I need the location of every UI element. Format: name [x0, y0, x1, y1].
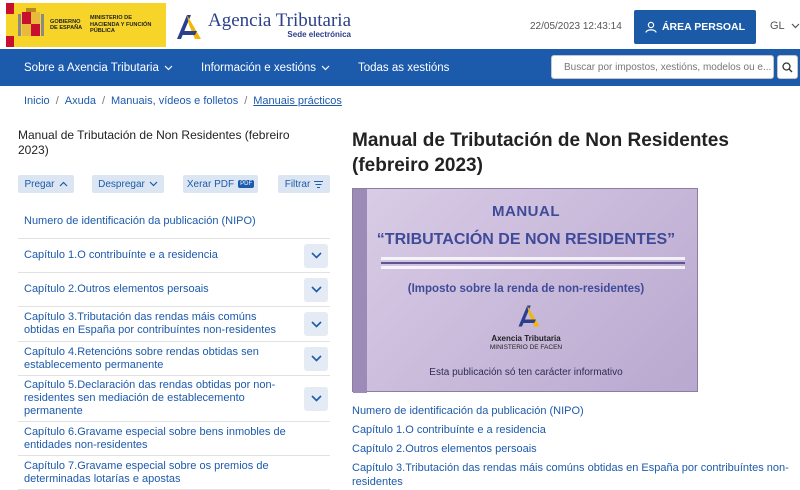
pdf-icon: PDF [238, 180, 255, 188]
generate-pdf-button[interactable]: Xerar PDF PDF [183, 175, 258, 193]
expand-all-button[interactable]: Despregar [92, 175, 164, 193]
government-logo[interactable]: GOBIERNO DE ESPAÑA MINISTERIO DE HACIEND… [6, 3, 166, 47]
nav-item-label: Sobre a Axencia Tributaria [24, 61, 159, 74]
chevron-down-icon [164, 65, 173, 70]
sidebar-item-chapter-1[interactable]: Capítulo 1.O contribuínte e a residencia [18, 239, 330, 273]
chevron-down-icon [321, 65, 330, 70]
cover-divider [381, 257, 685, 260]
main-link-chapter-3[interactable]: Capítulo 3.Tributación das rendas máis c… [352, 461, 792, 489]
sidebar-item-chapter-5[interactable]: Capítulo 5.Declaración das rendas obtida… [18, 376, 330, 422]
sidebar-title: Manual de Tributación de Non Residentes … [18, 128, 290, 157]
chevron-down-icon [310, 252, 322, 259]
nav-item-information[interactable]: Información e xestións [201, 49, 330, 86]
collapse-all-button[interactable]: Pregar [18, 175, 74, 193]
language-selector[interactable]: GL [770, 20, 800, 32]
search-placeholder: Buscar por impostos, xestións, modelos o… [564, 61, 772, 73]
sidebar-item-chapter-2[interactable]: Capítulo 2.Outros elementos persoais [18, 273, 330, 307]
agencia-tributaria-logo[interactable]: Agencia Tributaria Sede electrónica [173, 11, 351, 43]
expand-chapter-button[interactable] [304, 277, 328, 302]
search-icon [782, 61, 793, 72]
expand-chapter-button[interactable] [304, 243, 328, 268]
sidebar-item-chapter-6[interactable]: Capítulo 6.Gravame especial sobre bens i… [18, 422, 330, 456]
cover-subtitle: (Imposto sobre la renda de non-residente… [407, 283, 645, 295]
search-button[interactable] [777, 55, 798, 79]
nav-item-all-procedures[interactable]: Todas as xestións [358, 49, 449, 86]
page-title: Manual de Tributación de Non Residentes … [352, 130, 729, 176]
cover-note: Esta publicación só ten carácter informa… [429, 367, 623, 378]
collapse-label: Pregar [24, 178, 55, 190]
breadcrumb-item[interactable]: Inicio [24, 95, 50, 107]
government-label: GOBIERNO DE ESPAÑA [50, 18, 83, 32]
expand-chapter-button[interactable] [304, 386, 328, 411]
chevron-down-icon [310, 286, 322, 293]
sidebar-item-label: Capítulo 3.Tributación das rendas máis c… [24, 311, 276, 336]
chevron-up-icon [59, 181, 67, 187]
breadcrumb-current[interactable]: Manuais prácticos [253, 95, 342, 107]
user-icon [645, 21, 657, 33]
chevron-down-icon [149, 181, 158, 187]
sidebar-item-label: Capítulo 5.Declaración das rendas obtida… [24, 379, 276, 417]
filter-icon [314, 180, 324, 188]
ministry-label: MINISTERIO DE HACIENDA Y FUNCIÓN PÚBLICA [90, 15, 152, 35]
nav-item-label: Información e xestións [201, 61, 317, 74]
sidebar-item-nipo[interactable]: Numero de identificación da publicación … [18, 205, 330, 239]
cover-ministry: MINISTERIO DE FACEN [489, 344, 563, 351]
sidebar-item-label: Capítulo 4.Retencións sobre rendas obtid… [24, 345, 259, 371]
sidebar-item-label: Numero de identificación da publicación … [24, 215, 256, 227]
sidebar-item-label: Capítulo 6.Gravame especial sobre bens i… [24, 425, 286, 451]
cover-divider [381, 266, 685, 269]
breadcrumb-item[interactable]: Manuais, vídeos e folletos [111, 95, 238, 107]
expand-chapter-button[interactable] [304, 312, 328, 336]
cover-organization: Axencia Tributaria [491, 334, 561, 343]
cover-heading: MANUAL [492, 203, 560, 220]
cover-divider [381, 262, 685, 264]
agencia-tributaria-mark-icon [518, 305, 540, 327]
chevron-down-icon [310, 320, 322, 328]
breadcrumb-separator: / [101, 95, 106, 107]
main-link-chapter-1[interactable]: Capítulo 1.O contribuínte e a residencia [352, 423, 792, 437]
breadcrumb-separator: / [55, 95, 59, 107]
main-link-nipo[interactable]: Numero de identificación da publicación … [352, 404, 792, 418]
breadcrumb: Inicio / Axuda / Manuais, vídeos e folle… [24, 95, 342, 107]
sidebar-toolbar: Pregar Despregar Xerar PDF PDF Filtrar [18, 175, 330, 193]
manual-cover-image: MANUAL “TRIBUTACIÓN DE NON RESIDENTES” (… [352, 188, 698, 393]
expand-label: Despregar [98, 178, 145, 190]
top-header: GOBIERNO DE ESPAÑA MINISTERIO DE HACIEND… [0, 0, 800, 49]
chevron-down-icon [310, 355, 322, 362]
language-label: GL [770, 20, 785, 32]
brand-name: Agencia Tributaria [208, 10, 352, 31]
pdf-label: Xerar PDF [186, 178, 235, 190]
coat-of-arms-icon [14, 3, 48, 47]
sidebar-item-chapter-4[interactable]: Capítulo 4.Retencións sobre rendas obtid… [18, 342, 330, 376]
cover-subheading: “TRIBUTACIÓN DE NON RESIDENTES” [376, 231, 676, 248]
breadcrumb-item[interactable]: Axuda [65, 95, 96, 107]
spain-flag-icon [6, 3, 14, 47]
filter-button[interactable]: Filtrar [278, 175, 330, 193]
personal-area-button[interactable]: ÁREA PERSOAL [634, 10, 756, 44]
personal-area-label: ÁREA PERSOAL [661, 21, 746, 33]
brand-subtitle: Sede electrónica [287, 30, 352, 39]
search-input[interactable]: Buscar por impostos, xestións, modelos o… [551, 55, 774, 79]
expand-chapter-button[interactable] [304, 346, 328, 371]
filter-label: Filtrar [284, 178, 311, 190]
sidebar-item-chapter-3[interactable]: Capítulo 3.Tributación das rendas máis c… [18, 307, 330, 342]
breadcrumb-separator: / [244, 95, 248, 107]
sidebar-item-label: Capítulo 7.Gravame especial sobre os pre… [24, 459, 269, 485]
main-link-chapter-2[interactable]: Capítulo 2.Outros elementos persoais [352, 442, 792, 456]
chevron-down-icon [310, 395, 322, 402]
nav-item-label: Todas as xestións [358, 61, 450, 74]
chevron-down-icon [791, 23, 800, 29]
sidebar-item-label: Capítulo 1.O contribuínte e a residencia [24, 249, 218, 261]
nav-item-about[interactable]: Sobre a Axencia Tributaria [24, 49, 173, 86]
current-datetime: 22/05/2023 12:43:14 [530, 21, 622, 32]
agencia-tributaria-mark-icon [177, 15, 201, 39]
sidebar-item-label: Capítulo 2.Outros elementos persoais [24, 283, 209, 295]
sidebar-item-chapter-7[interactable]: Capítulo 7.Gravame especial sobre os pre… [18, 456, 330, 490]
